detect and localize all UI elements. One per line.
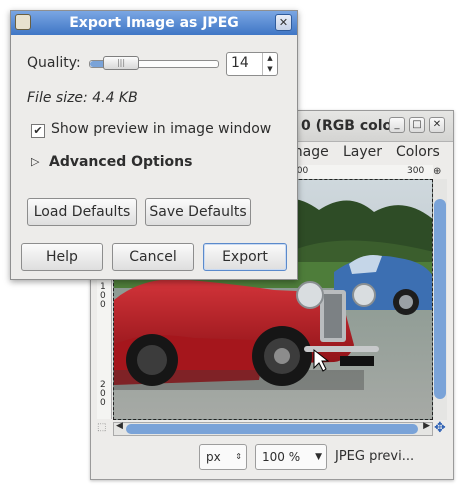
- spinner-arrows-icon: ⇕: [235, 452, 242, 461]
- maximize-button[interactable]: □: [409, 117, 425, 133]
- expander-triangle-icon[interactable]: ▷: [31, 155, 39, 168]
- load-defaults-label: Load Defaults: [33, 204, 131, 220]
- navigate-cross-icon[interactable]: ✥: [434, 420, 446, 436]
- minimize-icon: _: [394, 119, 400, 130]
- horizontal-scrollbar[interactable]: ◀ ▶: [113, 421, 433, 436]
- show-preview-checkbox[interactable]: ✔: [31, 124, 45, 138]
- dialog-title: Export Image as JPEG: [69, 15, 239, 31]
- save-defaults-label: Save Defaults: [149, 204, 247, 220]
- scroll-right-icon[interactable]: ▶: [423, 421, 430, 431]
- horizontal-scrollbar-thumb[interactable]: [126, 424, 418, 434]
- export-label: Export: [222, 249, 268, 265]
- zoom-select[interactable]: 100 % ▼: [255, 444, 327, 470]
- ruler-tick-label: 300: [407, 166, 425, 176]
- scroll-left-icon[interactable]: ◀: [116, 421, 123, 431]
- chevron-down-icon: ▼: [315, 452, 322, 462]
- quality-value: 14: [231, 55, 249, 71]
- image-window-title: 0 (RGB colo: [301, 118, 393, 134]
- spinner-arrows-icon[interactable]: ▲ ▼: [262, 53, 277, 75]
- cancel-label: Cancel: [129, 249, 177, 265]
- ruler-tick-label: 0: [100, 300, 106, 310]
- quick-mask-icon[interactable]: ⬚: [97, 422, 106, 433]
- help-button[interactable]: Help: [21, 243, 103, 271]
- quality-slider-thumb[interactable]: |||: [103, 56, 139, 70]
- close-button[interactable]: ✕: [429, 117, 445, 133]
- statusbar: px ⇕ 100 % ▼ JPEG previ...: [91, 441, 453, 477]
- cancel-button[interactable]: Cancel: [112, 243, 194, 271]
- close-icon: ✕: [432, 119, 442, 130]
- ruler-tick-label: 0: [100, 398, 106, 408]
- menu-layer[interactable]: Layer: [343, 144, 382, 160]
- show-preview-label[interactable]: Show preview in image window: [51, 121, 271, 137]
- export-dialog: Export Image as JPEG ✕ Quality: ||| 14 ▲…: [10, 10, 298, 280]
- maximize-icon: □: [412, 119, 422, 130]
- dialog-titlebar[interactable]: Export Image as JPEG ✕: [11, 11, 297, 35]
- unit-value: px: [206, 450, 221, 464]
- zoom-value: 100 %: [262, 450, 301, 464]
- file-size-label: File size: 4.4 KB: [27, 90, 138, 106]
- close-icon: ✕: [278, 16, 289, 29]
- quality-slider[interactable]: |||: [89, 56, 219, 70]
- checkmark-icon: ✔: [33, 124, 43, 137]
- vertical-scrollbar[interactable]: [433, 179, 447, 420]
- minimize-button[interactable]: _: [389, 117, 405, 133]
- dialog-close-button[interactable]: ✕: [275, 14, 292, 31]
- save-defaults-button[interactable]: Save Defaults: [145, 198, 251, 226]
- menu-colors[interactable]: Colors: [396, 144, 440, 160]
- load-defaults-button[interactable]: Load Defaults: [27, 198, 137, 226]
- advanced-options-expander[interactable]: Advanced Options: [49, 154, 192, 170]
- export-button[interactable]: Export: [203, 243, 287, 271]
- quality-label: Quality:: [27, 55, 81, 71]
- help-label: Help: [46, 249, 78, 265]
- unit-select[interactable]: px ⇕: [199, 444, 247, 470]
- vertical-scrollbar-thumb[interactable]: [434, 199, 446, 399]
- quality-spinbutton[interactable]: 14 ▲ ▼: [226, 52, 278, 76]
- status-text: JPEG previ...: [335, 449, 415, 464]
- navigate-icon[interactable]: ⊕: [433, 166, 441, 177]
